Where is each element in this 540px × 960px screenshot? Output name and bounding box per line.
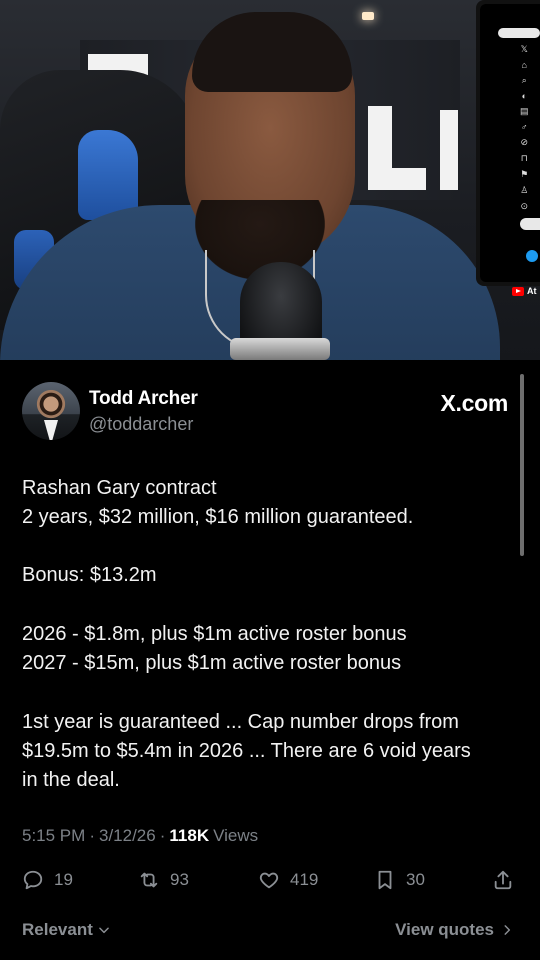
avatar[interactable] <box>22 382 80 440</box>
youtube-badge-label: At <box>527 286 537 296</box>
more-icon: ⊙ <box>520 201 529 211</box>
action-bar: 19 93 419 30 <box>22 866 516 894</box>
home-icon: ⌂ <box>521 60 527 70</box>
communities-icon: ♂ <box>520 122 528 132</box>
youtube-icon <box>512 286 524 296</box>
ceiling-light <box>362 12 374 20</box>
views-label: Views <box>213 826 259 845</box>
replies-filter-dropdown[interactable]: Relevant <box>22 920 111 940</box>
reply-icon <box>23 870 43 890</box>
repost-icon <box>140 872 158 888</box>
jobs-icon: ⚑ <box>520 169 529 179</box>
scrollbar[interactable] <box>520 374 524 556</box>
bookmark-icon <box>378 870 392 890</box>
views-count: 118K <box>169 826 210 845</box>
tweet-card: Todd Archer @toddarcher X.com Rashan Gar… <box>0 360 540 960</box>
replies-filter-label: Relevant <box>22 920 93 939</box>
author-handle[interactable]: @toddarcher <box>89 414 193 435</box>
repost-button[interactable]: 93 <box>138 869 189 891</box>
chevron-right-icon <box>504 925 511 935</box>
person-hair <box>192 12 352 92</box>
x-logo-icon: 𝕏 <box>520 44 528 54</box>
tweet-date[interactable]: 3/12/26 <box>99 826 156 846</box>
tweet-text-line: Rashan Gary contract <box>22 477 217 499</box>
meta-separator: · <box>159 826 166 845</box>
verified-icon: ⊘ <box>520 137 529 147</box>
tweet-time[interactable]: 5:15 PM <box>22 826 85 846</box>
author-name[interactable]: Todd Archer <box>89 388 198 410</box>
chevron-down-icon <box>99 927 109 934</box>
video-frame[interactable]: 𝕏 ⌂ ⌕ ◐ ▤ ♂ ⊘ ⊓ ⚑ ♙ ⊙ At <box>0 0 540 360</box>
tweet-text-line: 2026 - $1.8m, plus $1m active roster bon… <box>22 623 407 645</box>
chair-accent <box>78 130 138 220</box>
share-icon <box>494 870 512 890</box>
youtube-badge: At <box>512 286 537 296</box>
like-count: 419 <box>290 870 319 889</box>
tweet-text-line: $19.5m to $5.4m in 2026 ... There are 6 … <box>22 740 471 762</box>
view-quotes-label: View quotes <box>395 920 494 939</box>
phone-screen: 𝕏 ⌂ ⌕ ◐ ▤ ♂ ⊘ ⊓ ⚑ ♙ ⊙ <box>480 4 540 282</box>
share-button[interactable] <box>492 869 514 891</box>
tweet-text-line: 2027 - $15m, plus $1m active roster bonu… <box>22 652 402 674</box>
tweet-text-line: Bonus: $13.2m <box>22 564 157 586</box>
profile-icon: ♙ <box>520 185 529 195</box>
microphone-mount <box>230 338 330 360</box>
tweet-text-line: 1st year is guaranteed ... Cap number dr… <box>22 711 459 733</box>
phone-url-bar <box>498 28 540 38</box>
bookmark-count: 30 <box>406 870 425 889</box>
repost-count: 93 <box>170 870 189 889</box>
like-button[interactable]: 419 <box>258 869 318 891</box>
phone-post-button <box>520 218 540 230</box>
site-badge: X.com <box>440 390 508 416</box>
grok-icon: ◐ <box>521 91 527 101</box>
tweet-text-line: in the deal. <box>22 769 120 791</box>
reply-count: 19 <box>54 870 73 889</box>
heart-icon <box>259 872 279 889</box>
phone-overlay: 𝕏 ⌂ ⌕ ◐ ▤ ♂ ⊘ ⊓ ⚑ ♙ ⊙ <box>476 0 540 286</box>
tweet-meta: 5:15 PM · 3/12/26 · 118K Views <box>22 826 258 846</box>
meta-separator: · <box>89 826 95 845</box>
bookmark-button[interactable]: 30 <box>374 869 425 891</box>
phone-sidebar-icons: 𝕏 ⌂ ⌕ ◐ ▤ ♂ ⊘ ⊓ ⚑ ♙ ⊙ <box>520 44 529 212</box>
view-quotes-link[interactable]: View quotes <box>395 920 514 940</box>
phone-avatar <box>526 250 538 262</box>
bookmark-icon: ⊓ <box>520 153 528 163</box>
avatar-shirt <box>44 420 58 440</box>
lists-icon: ▤ <box>520 106 529 116</box>
search-icon: ⌕ <box>521 75 527 85</box>
tweet-text-line: 2 years, $32 million, $16 million guaran… <box>22 506 414 528</box>
reply-button[interactable]: 19 <box>22 869 73 891</box>
